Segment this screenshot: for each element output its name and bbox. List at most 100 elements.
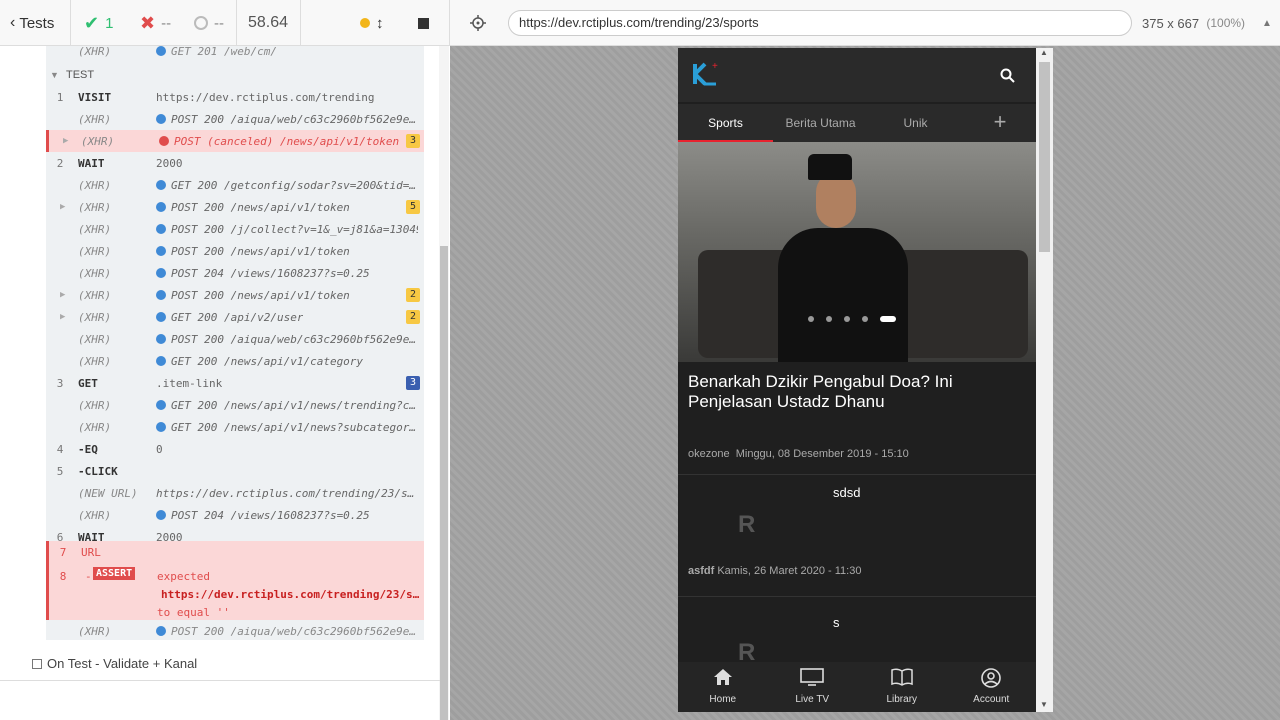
dash-icon: - — [85, 570, 92, 583]
reporter-toolbar: ‹ Tests ✔ 1 ✖ -- -- 58.64 ↕ https://dev.… — [0, 0, 1280, 46]
carousel-dot[interactable] — [826, 316, 832, 322]
list-item[interactable]: (XHR) POST (canceled) /news/api/v1/token 3… — [46, 130, 424, 152]
carousel-dot[interactable] — [862, 316, 868, 322]
caret-right-icon[interactable]: ▶ — [60, 312, 65, 322]
info-button[interactable]: ▲ — [1262, 0, 1272, 46]
list-item[interactable]: (XHR) POST 200 /news/api/v1/token 2 ▶ — [46, 284, 424, 306]
list-item[interactable]: 4 -EQ 0 — [46, 438, 424, 460]
category-tabs: Sports Berita Utama Unik + — [678, 104, 1036, 142]
list-item[interactable]: 2 WAIT 2000 — [46, 152, 424, 174]
nav-library[interactable]: Library — [857, 662, 947, 712]
svg-text:+: + — [712, 61, 718, 72]
nav-live-tv[interactable]: Live TV — [768, 662, 858, 712]
news-item[interactable]: sdsd R asfdf Kamis, 26 Maret 2020 - 11:3… — [678, 475, 1036, 597]
count-badge: 3 — [406, 134, 420, 148]
rcti-thumbnail-icon: R — [738, 511, 756, 538]
test-footer-row[interactable]: On Test - Validate + Kanal — [32, 656, 197, 671]
book-icon — [891, 668, 913, 686]
checkbox-icon — [32, 658, 42, 669]
list-item[interactable]: (XHR) POST 200 /aiqua/web/c63c2960bf562e… — [46, 620, 424, 640]
tests-back-button[interactable]: ‹ Tests — [10, 0, 54, 46]
news-item-meta: asfdf Kamis, 26 Maret 2020 - 11:30 — [688, 565, 862, 577]
list-item[interactable]: (XHR) GET 201 /web/cm/ — [46, 46, 424, 62]
home-icon — [713, 669, 732, 685]
carousel-dot[interactable] — [844, 316, 850, 322]
status-dot-icon — [156, 421, 166, 432]
nav-account[interactable]: Account — [947, 662, 1037, 712]
list-item[interactable]: (XHR) POST 200 /j/collect?v=1&_v=j81&a=13… — [46, 218, 424, 240]
stop-button[interactable] — [418, 0, 429, 46]
list-item[interactable]: (XHR) POST 204 /views/1608237?s=0.25 — [46, 262, 424, 284]
tab-unik[interactable]: Unik — [868, 104, 963, 142]
nav-home[interactable]: Home — [678, 662, 768, 712]
list-item[interactable]: (XHR) POST 200 /aiqua/web/c63c2960bf562e9… — [46, 328, 424, 350]
status-dot-icon — [156, 625, 166, 636]
assert-command[interactable]: 8 - ASSERT expected https://dev.rctiplus… — [46, 563, 424, 620]
status-dot-icon — [156, 245, 166, 256]
list-item[interactable]: (NEW URL) https://dev.rctiplus.com/trendi… — [46, 482, 424, 504]
check-icon: ✔ — [84, 12, 100, 33]
status-dot-icon — [156, 333, 166, 344]
caret-right-icon[interactable]: ▶ — [60, 290, 65, 300]
crosshair-icon — [470, 15, 486, 31]
up-down-arrows-icon: ↕ — [376, 14, 384, 32]
status-dot-icon — [156, 509, 166, 520]
selector-playground-button[interactable] — [470, 0, 486, 46]
app-scrollbar[interactable]: ▲ ▼ — [1036, 48, 1053, 712]
scroll-down-icon[interactable]: ▼ — [1040, 700, 1048, 709]
failed-count[interactable]: ✖ -- — [140, 0, 171, 46]
command-list: (XHR) GET 201 /web/cm/ ▼ TEST 1 VISIT http… — [46, 46, 424, 640]
viewport-size: 375 x 667 (100%) — [1142, 15, 1246, 31]
carousel-indicators — [808, 316, 896, 322]
tab-sports[interactable]: Sports — [678, 104, 773, 142]
list-item[interactable]: (XHR) POST 204 /views/1608237?s=0.25 — [46, 504, 424, 526]
pending-count[interactable]: -- — [194, 0, 224, 46]
passed-count[interactable]: ✔ 1 — [84, 0, 113, 46]
article-title: Benarkah Dzikir Pengabul Doa? Ini Penjel… — [688, 372, 953, 411]
spinner-icon — [194, 16, 208, 30]
list-item[interactable]: (XHR) POST 200 /news/api/v1/token 5 ▶ — [46, 196, 424, 218]
status-dot-icon — [156, 399, 166, 410]
article-meta: okezone Minggu, 08 Desember 2019 - 15:10 — [688, 448, 909, 460]
url-bar[interactable]: https://dev.rctiplus.com/trending/23/spo… — [508, 10, 1132, 36]
list-item[interactable]: (XHR) POST 200 /aiqua/web/c63c2960bf562e9… — [46, 108, 424, 130]
scroll-up-icon[interactable]: ▲ — [1040, 48, 1048, 57]
url-command[interactable]: 7 URL — [46, 541, 424, 563]
status-dot-icon — [156, 267, 166, 278]
featured-article[interactable]: Benarkah Dzikir Pengabul Doa? Ini Penjel… — [688, 372, 1008, 460]
list-item[interactable]: 1 VISIT https://dev.rctiplus.com/trending — [46, 86, 424, 108]
status-dot-icon — [156, 179, 166, 190]
list-item[interactable]: (XHR) POST 200 /news/api/v1/token — [46, 240, 424, 262]
carousel-dot[interactable] — [808, 316, 814, 322]
search-icon[interactable] — [1000, 68, 1015, 83]
status-indicator[interactable]: ↕ — [360, 0, 384, 46]
yellow-dot-icon — [360, 18, 370, 28]
cross-icon: ✖ — [140, 12, 156, 33]
carousel-dot-active[interactable] — [880, 316, 896, 322]
test-section-header[interactable]: ▼ TEST — [46, 64, 424, 86]
plus-icon: + — [993, 109, 1007, 134]
list-item[interactable]: 3 GET .item-link 3 — [46, 372, 424, 394]
list-item[interactable]: (XHR) GET 200 /getconfig/sodar?sv=200&tid… — [46, 174, 424, 196]
add-tab-button[interactable]: + — [988, 104, 1012, 142]
assert-badge: ASSERT — [93, 567, 136, 580]
caret-right-icon[interactable]: ▶ — [60, 202, 65, 212]
status-dot-icon — [156, 223, 166, 234]
list-item[interactable]: (XHR) GET 200 /news/api/v1/category — [46, 350, 424, 372]
news-item-title: s — [833, 615, 840, 630]
caret-right-icon[interactable]: ▶ — [63, 136, 68, 146]
list-item[interactable]: (XHR) GET 200 /api/v2/user 2 ▶ — [46, 306, 424, 328]
rcti-logo-icon: + — [693, 61, 718, 86]
status-dot-icon — [156, 46, 166, 56]
command-list-scrollbar[interactable] — [439, 46, 449, 720]
app-viewport[interactable]: + Sports Berita Utama Unik + Benarkah Dz… — [678, 48, 1036, 712]
tab-berita-utama[interactable]: Berita Utama — [773, 104, 868, 142]
list-item[interactable]: (XHR) GET 200 /news/api/v1/news?subcatego… — [46, 416, 424, 438]
carousel-image[interactable] — [678, 142, 1036, 362]
duration: 58.64 — [248, 14, 289, 31]
status-dot-icon — [156, 113, 166, 124]
user-circle-icon — [981, 668, 1002, 688]
list-item[interactable]: (XHR) GET 200 /news/api/v1/news/trending?… — [46, 394, 424, 416]
chevron-up-icon: ▲ — [1262, 17, 1272, 29]
list-item[interactable]: 5 -CLICK — [46, 460, 424, 482]
